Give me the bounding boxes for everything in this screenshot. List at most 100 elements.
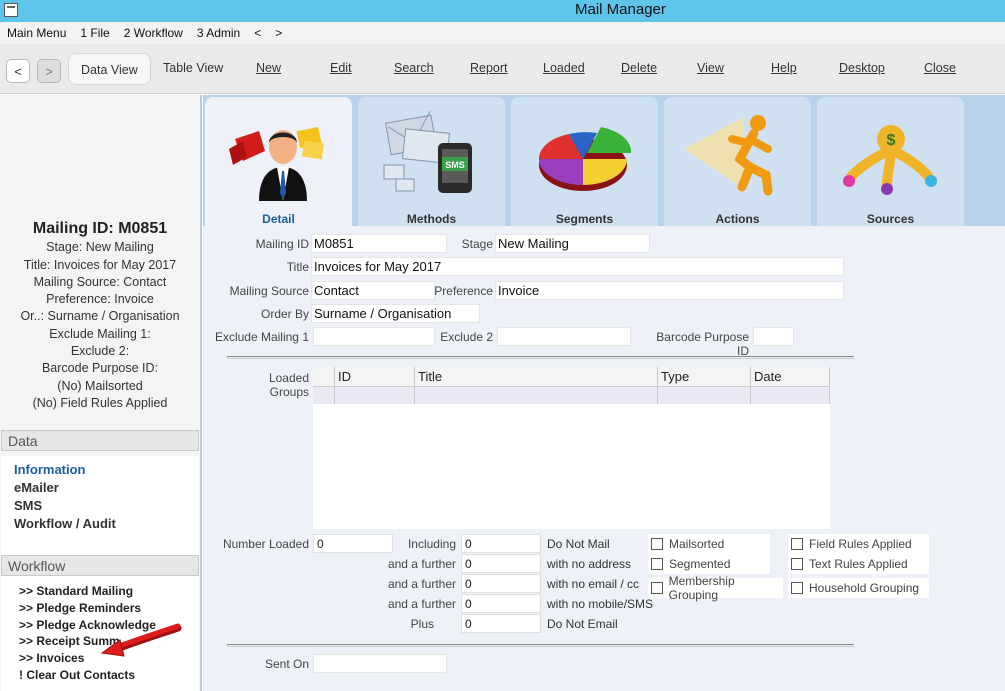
report-button[interactable]: Report: [470, 61, 508, 75]
menu-main[interactable]: Main Menu: [7, 26, 66, 40]
menu-file[interactable]: 1 File: [80, 26, 109, 40]
barcode-purpose-field[interactable]: [753, 327, 794, 346]
number-loaded-label: Number Loaded: [222, 537, 309, 551]
column-id[interactable]: ID: [338, 369, 351, 384]
count-label: and a further: [387, 557, 456, 571]
new-button[interactable]: New: [256, 61, 281, 75]
exclude-2-label: Exclude 2: [440, 330, 493, 344]
close-button[interactable]: Close: [924, 61, 956, 75]
separator: [227, 356, 854, 359]
toolbar: < > Data View Table View New Edit Search…: [0, 44, 1005, 94]
sent-on-label: Sent On: [264, 657, 309, 671]
segmented-checkbox[interactable]: Segmented: [648, 554, 770, 574]
view-button[interactable]: View: [697, 61, 724, 75]
order-by-label: Order By: [260, 307, 309, 321]
text-rules-label: Text Rules Applied: [809, 557, 908, 571]
sidebar-item-emailer[interactable]: eMailer: [1, 479, 199, 497]
no-address-count[interactable]: 0: [461, 554, 541, 573]
mailing-source-field[interactable]: Contact: [311, 281, 435, 300]
table-view-button[interactable]: Table View: [163, 61, 223, 75]
menu-admin[interactable]: 3 Admin: [197, 26, 240, 40]
checkbox-box[interactable]: [791, 538, 803, 550]
count-desc: with no mobile/SMS: [547, 597, 654, 611]
forward-button[interactable]: >: [37, 59, 61, 83]
back-button[interactable]: <: [6, 59, 30, 83]
exclude-mailing-1-field[interactable]: [313, 327, 435, 346]
workflow-pledge-reminders[interactable]: >> Pledge Reminders: [1, 600, 199, 617]
text-rules-checkbox[interactable]: Text Rules Applied: [788, 554, 929, 574]
search-button[interactable]: Search: [394, 61, 434, 75]
preference-field[interactable]: Invoice: [495, 281, 844, 300]
tab-detail[interactable]: Detail: [205, 97, 352, 226]
summary-line: Exclude Mailing 1:: [49, 326, 151, 341]
menu-back[interactable]: <: [254, 26, 261, 40]
tab-strip: Detail SMS Methods Segments Actions $ So…: [203, 95, 1005, 226]
count-desc: Do Not Email: [547, 617, 618, 631]
menu-workflow[interactable]: 2 Workflow: [124, 26, 183, 40]
workflow-standard-mailing[interactable]: >> Standard Mailing: [1, 583, 199, 600]
column-divider: [414, 367, 415, 404]
tab-methods[interactable]: SMS Methods: [358, 97, 505, 226]
column-date[interactable]: Date: [754, 369, 781, 384]
loaded-groups-table[interactable]: ID Title Type Date: [313, 367, 830, 529]
household-grouping-label: Household Grouping: [809, 581, 920, 595]
membership-grouping-label: Membership Grouping: [668, 574, 735, 602]
mailsorted-checkbox[interactable]: Mailsorted: [648, 534, 770, 554]
checkbox-box[interactable]: [791, 582, 803, 594]
tab-actions-label: Actions: [715, 212, 760, 226]
data-section-list: Information eMailer SMS Workflow / Audit: [1, 456, 199, 561]
count-label: Including: [407, 537, 456, 551]
title-label: Title: [286, 260, 309, 274]
table-row[interactable]: [313, 387, 830, 404]
tab-methods-label: Methods: [406, 212, 457, 226]
checkbox-box[interactable]: [651, 558, 663, 570]
column-type[interactable]: Type: [661, 369, 689, 384]
membership-grouping-checkbox[interactable]: Membership Grouping: [648, 574, 783, 602]
data-view-button[interactable]: Data View: [68, 53, 151, 85]
preference-label: Preference: [434, 284, 493, 298]
delete-button[interactable]: Delete: [621, 61, 657, 75]
sources-money-icon: $: [843, 125, 937, 195]
column-title[interactable]: Title: [418, 369, 442, 384]
desktop-button[interactable]: Desktop: [839, 61, 885, 75]
segmented-label: Segmented: [669, 557, 731, 571]
column-divider: [334, 367, 335, 404]
summary-line: Exclude 2:: [70, 344, 130, 359]
tab-segments[interactable]: Segments: [511, 97, 658, 226]
order-by-field[interactable]: Surname / Organisation: [311, 304, 480, 323]
tab-actions[interactable]: Actions: [664, 97, 811, 226]
tab-sources[interactable]: $ Sources: [817, 97, 964, 226]
exclude-2-field[interactable]: [497, 327, 631, 346]
data-section-header[interactable]: Data: [1, 430, 199, 451]
exclude-mailing-1-label: Exclude Mailing 1: [214, 330, 309, 344]
household-grouping-checkbox[interactable]: Household Grouping: [788, 578, 929, 598]
sidebar-item-workflow-audit[interactable]: Workflow / Audit: [1, 515, 199, 533]
checkbox-box[interactable]: [651, 582, 663, 594]
workflow-clear-out-contacts[interactable]: ! Clear Out Contacts: [1, 667, 199, 684]
actions-runner-icon: [684, 115, 773, 196]
stage-field[interactable]: New Mailing: [495, 234, 650, 253]
sidebar-item-sms[interactable]: SMS: [1, 497, 199, 515]
no-email-count[interactable]: 0: [461, 574, 541, 593]
loaded-button[interactable]: Loaded: [543, 61, 585, 75]
do-not-email-count[interactable]: 0: [461, 614, 541, 633]
edit-button[interactable]: Edit: [330, 61, 352, 75]
no-mobile-count[interactable]: 0: [461, 594, 541, 613]
summary-line: Mailing Source: Contact: [33, 274, 167, 289]
workflow-section-header[interactable]: Workflow: [1, 555, 199, 576]
window-title: Mail Manager: [575, 1, 666, 18]
field-rules-checkbox[interactable]: Field Rules Applied: [788, 534, 929, 554]
svg-text:$: $: [887, 132, 896, 149]
title-field[interactable]: Invoices for May 2017: [311, 257, 844, 276]
mailing-id-field[interactable]: M0851: [311, 234, 447, 253]
do-not-mail-count[interactable]: 0: [461, 534, 541, 553]
help-button[interactable]: Help: [771, 61, 797, 75]
sent-on-field[interactable]: [313, 654, 447, 673]
summary-line: (No) Field Rules Applied: [32, 395, 168, 410]
checkbox-box[interactable]: [791, 558, 803, 570]
count-label: and a further: [387, 597, 456, 611]
checkbox-box[interactable]: [651, 538, 663, 550]
menu-forward[interactable]: >: [275, 26, 282, 40]
main-panel: Detail SMS Methods Segments Actions $ So…: [203, 95, 1005, 691]
sidebar-item-information[interactable]: Information: [1, 461, 199, 479]
